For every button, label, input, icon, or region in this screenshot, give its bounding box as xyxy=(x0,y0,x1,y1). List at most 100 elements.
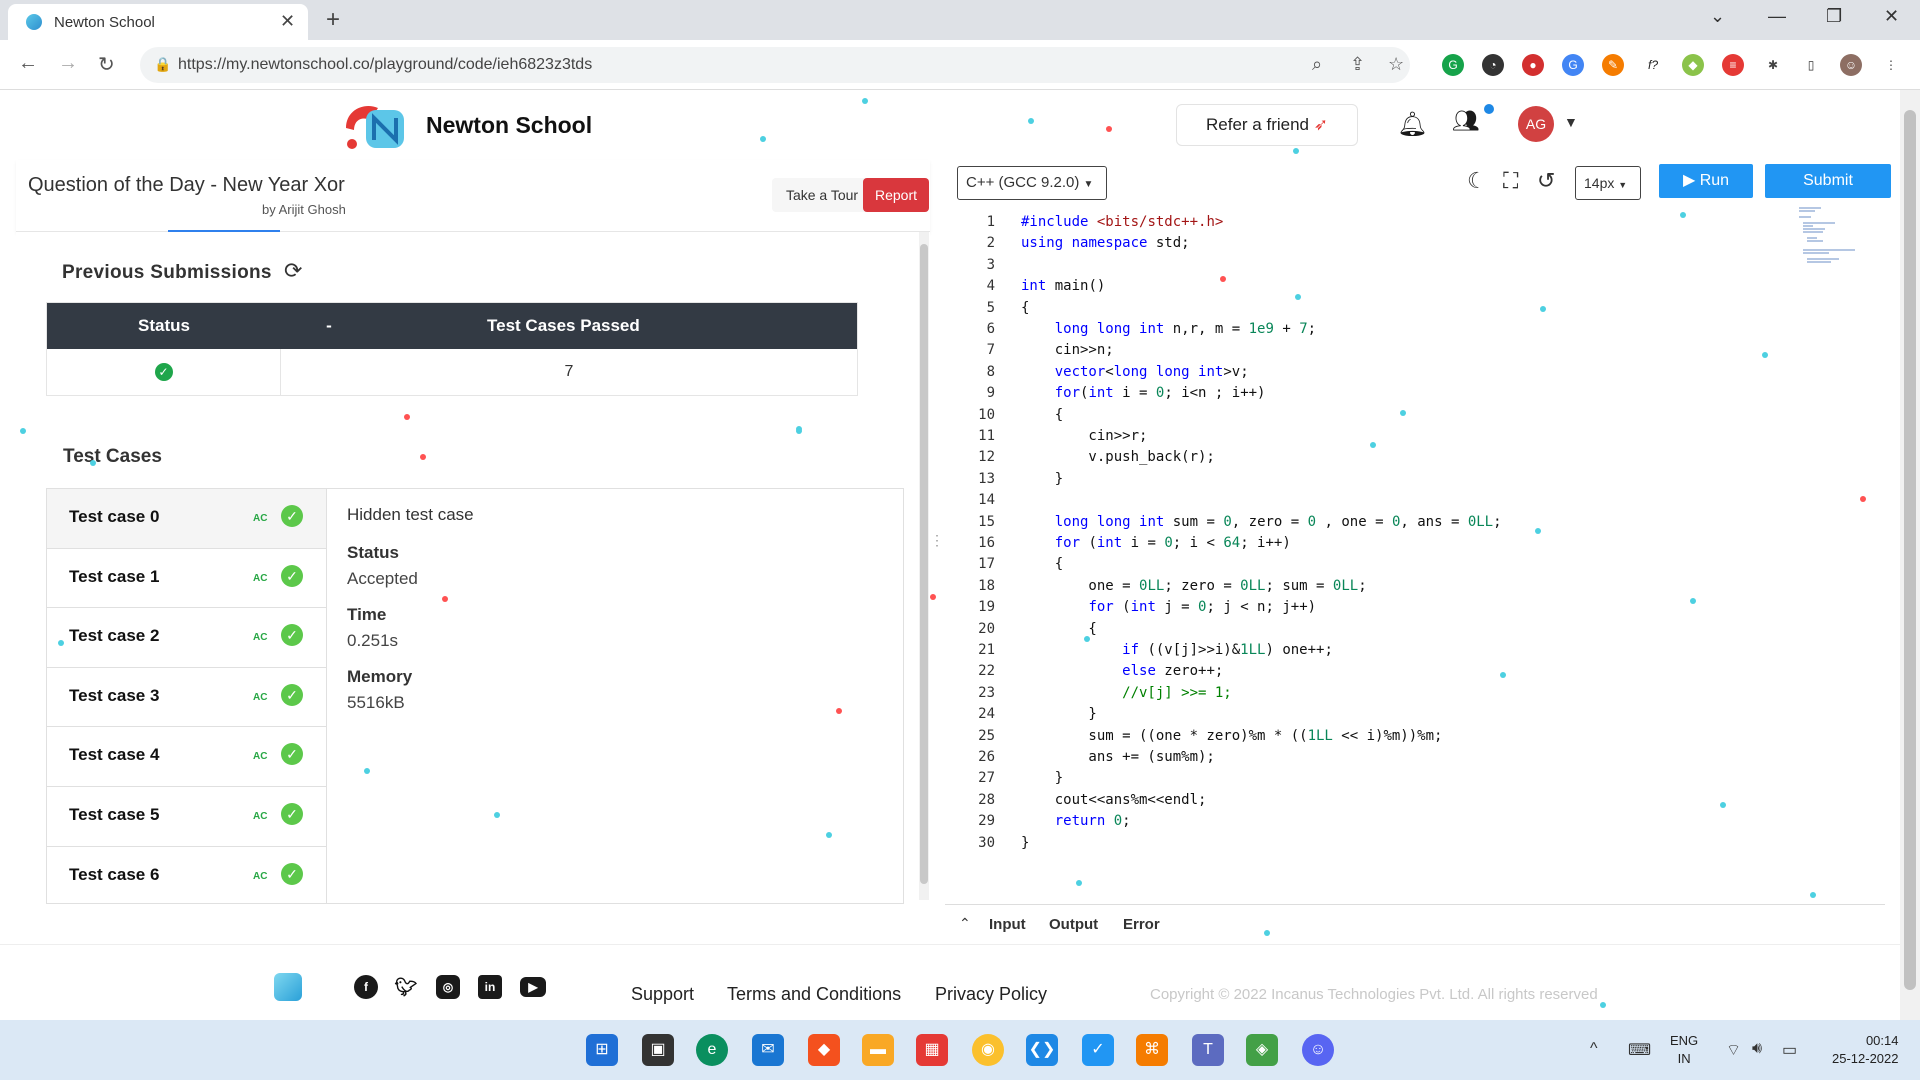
dark-mode-icon[interactable]: ☾ xyxy=(1467,168,1487,194)
profile-avatar-icon[interactable]: ☺ xyxy=(1840,54,1862,76)
site-footer: f 🐦︎ ◎ in ▶ Support Terms and Conditions… xyxy=(0,944,1900,1020)
system-clock[interactable]: 00:14 25-12-2022 xyxy=(1832,1032,1899,1068)
chevron-up-icon[interactable]: ^ xyxy=(1590,1040,1598,1058)
test-case-item-6[interactable]: Test case 6 AC ✓ xyxy=(47,847,326,907)
new-tab-icon[interactable]: + xyxy=(326,6,340,34)
extensions-puzzle-icon[interactable]: ✱ xyxy=(1762,54,1784,76)
left-scrollbar-thumb[interactable] xyxy=(920,244,928,884)
extension-red-icon[interactable]: ● xyxy=(1522,54,1544,76)
avatar[interactable]: AG xyxy=(1518,106,1554,142)
forward-icon[interactable]: → xyxy=(58,52,78,75)
extension-stack-icon[interactable]: ≡ xyxy=(1722,54,1744,76)
url-text[interactable]: https://my.newtonschool.co/playground/co… xyxy=(178,56,592,74)
brand-name[interactable]: Newton School xyxy=(426,112,592,139)
test-case-item-5[interactable]: Test case 5 AC ✓ xyxy=(47,787,326,847)
browser-menu-icon[interactable]: ⋮ xyxy=(1880,54,1902,76)
browser-tab[interactable]: Newton School ✕ xyxy=(8,4,308,40)
linkedin-icon[interactable]: in xyxy=(478,975,502,999)
community-icon[interactable]: 👥︎ xyxy=(1452,108,1480,134)
page-scrollbar-thumb[interactable] xyxy=(1904,110,1916,990)
table-row[interactable]: ✓ 7 xyxy=(47,349,857,395)
take-tour-button[interactable]: Take a Tour xyxy=(772,178,872,212)
reload-icon[interactable]: ↻ xyxy=(98,52,115,77)
vscode-icon[interactable]: ❮❯ xyxy=(1026,1034,1058,1066)
chrome-icon[interactable]: ◉ xyxy=(972,1034,1004,1066)
left-scrollbar[interactable] xyxy=(919,232,929,900)
android-studio-icon[interactable]: ◈ xyxy=(1246,1034,1278,1066)
time-value: 0.251s xyxy=(347,631,399,650)
ac-badge: AC xyxy=(253,870,268,882)
twitter-icon[interactable]: 🐦︎ xyxy=(394,975,418,999)
url-field[interactable]: 🔒 https://my.newtonschool.co/playground/… xyxy=(140,47,1410,83)
panel-resize-handle[interactable]: ⋮ xyxy=(930,532,944,562)
function-icon[interactable]: f? xyxy=(1642,54,1664,76)
newton-footer-logo-icon[interactable] xyxy=(274,973,302,1001)
battery-icon[interactable]: ▭ xyxy=(1782,1040,1797,1060)
microsoft-store-icon[interactable]: ▦ xyxy=(916,1034,948,1066)
tab-input[interactable]: Input xyxy=(989,916,1026,933)
color-picker-icon[interactable]: ✎ xyxy=(1602,54,1624,76)
postman-icon[interactable]: ⌘ xyxy=(1136,1034,1168,1066)
font-size-select[interactable]: 14px ▼ xyxy=(1575,166,1641,200)
test-case-item-4[interactable]: Test case 4 AC ✓ xyxy=(47,727,326,787)
volume-icon[interactable]: 🔊︎ xyxy=(1752,1040,1762,1058)
keyboard-icon[interactable]: ⌨ xyxy=(1628,1040,1651,1060)
chevron-up-icon[interactable]: ⌃ xyxy=(959,915,971,932)
mail-icon[interactable]: ✉ xyxy=(752,1034,784,1066)
input-language-indicator[interactable]: ENG IN xyxy=(1670,1032,1698,1068)
teams-icon[interactable]: T xyxy=(1192,1034,1224,1066)
test-case-item-1[interactable]: Test case 1 AC ✓ xyxy=(47,549,326,609)
instagram-icon[interactable]: ◎ xyxy=(436,975,460,999)
close-window-icon[interactable]: ✕ xyxy=(1884,6,1899,27)
run-button[interactable]: ▶ Run xyxy=(1659,164,1753,198)
minimize-icon[interactable]: — xyxy=(1768,6,1786,27)
code-minimap[interactable] xyxy=(1795,206,1865,266)
rocket-icon: ➶ xyxy=(1313,115,1328,134)
share-icon[interactable]: ⇪ xyxy=(1350,54,1365,75)
file-explorer-icon[interactable]: ▬ xyxy=(862,1034,894,1066)
refer-friend-button[interactable]: Refer a friend ➶ xyxy=(1176,104,1358,146)
submit-button[interactable]: Submit xyxy=(1765,164,1891,198)
zoom-icon[interactable]: ⌕ xyxy=(1312,54,1322,75)
todo-icon[interactable]: ✓ xyxy=(1082,1034,1114,1066)
translate-icon[interactable]: G xyxy=(1562,54,1584,76)
back-icon[interactable]: ← xyxy=(18,52,38,75)
extension-diamond-icon[interactable]: ◆ xyxy=(1682,54,1704,76)
footer-link-privacy[interactable]: Privacy Policy xyxy=(935,984,1047,1005)
footer-link-terms[interactable]: Terms and Conditions xyxy=(727,984,901,1005)
sidepanel-icon[interactable]: ▯ xyxy=(1800,54,1822,76)
tab-search-icon[interactable]: ⌄ xyxy=(1710,6,1725,27)
facebook-icon[interactable]: f xyxy=(354,975,378,999)
code-editor[interactable]: 1 #include <bits/stdc++.h> 2 using namespac… xyxy=(945,206,1885,902)
confetti-dot xyxy=(1076,880,1082,886)
windows-start-icon[interactable]: ⊞ xyxy=(586,1034,618,1066)
fullscreen-icon[interactable]: ⛶ xyxy=(1503,168,1518,194)
wifi-icon[interactable]: ⌔ xyxy=(1726,1040,1741,1060)
task-view-icon[interactable]: ▣ xyxy=(642,1034,674,1066)
footer-link-support[interactable]: Support xyxy=(631,984,694,1005)
test-case-item-0[interactable]: Test case 0 AC ✓ xyxy=(47,489,326,549)
language-select[interactable]: C++ (GCC 9.2.0) ▼ xyxy=(957,166,1107,200)
extension-gauge-icon[interactable]: ◔ xyxy=(1482,54,1504,76)
bell-icon[interactable]: 🔔︎ xyxy=(1397,110,1427,139)
discord-icon[interactable]: ☺ xyxy=(1302,1034,1334,1066)
youtube-icon[interactable]: ▶ xyxy=(520,977,546,997)
tab-error[interactable]: Error xyxy=(1123,916,1160,933)
bookmark-star-icon[interactable]: ☆ xyxy=(1388,54,1404,75)
test-case-item-2[interactable]: Test case 2 AC ✓ xyxy=(47,608,326,668)
edge-icon[interactable]: e xyxy=(696,1034,728,1066)
restore-icon[interactable]: ❐ xyxy=(1826,6,1842,27)
chevron-down-icon[interactable]: ▼ xyxy=(1564,114,1578,130)
report-button[interactable]: Report xyxy=(863,178,929,212)
reset-code-icon[interactable]: ↺ xyxy=(1537,168,1555,194)
close-tab-icon[interactable]: ✕ xyxy=(280,11,295,32)
newton-logo-icon[interactable] xyxy=(340,98,412,154)
refresh-icon[interactable]: ⟳ xyxy=(284,258,302,284)
test-case-item-3[interactable]: Test case 3 AC ✓ xyxy=(47,668,326,728)
code-text: } xyxy=(1021,770,1064,787)
brave-icon[interactable]: ◆ xyxy=(808,1034,840,1066)
font-size-value: 14px xyxy=(1584,175,1615,191)
tab-output[interactable]: Output xyxy=(1049,916,1098,933)
page-scrollbar[interactable] xyxy=(1900,90,1920,1020)
grammarly-icon[interactable]: G xyxy=(1442,54,1464,76)
